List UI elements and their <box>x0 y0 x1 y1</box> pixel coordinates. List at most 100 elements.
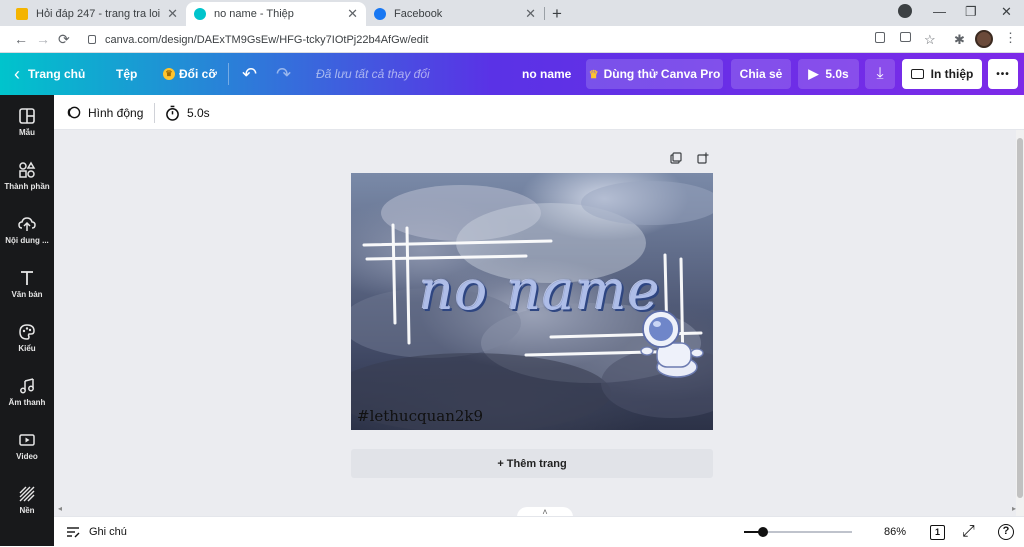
close-tab-icon[interactable]: ✕ <box>347 6 358 22</box>
sidebar-item-templates[interactable]: Mẫu <box>0 107 54 137</box>
palette-icon <box>19 324 35 340</box>
astronaut-sticker-icon[interactable] <box>637 305 705 385</box>
upload-icon <box>18 217 36 231</box>
url-text: canva.com/design/DAExTM9GsEw/HFG-tcky7IO… <box>105 33 429 46</box>
address-bar[interactable]: canva.com/design/DAExTM9GsEw/HFG-tcky7IO… <box>80 29 870 50</box>
duplicate-page-icon[interactable] <box>670 152 682 164</box>
reading-list-icon[interactable] <box>875 32 885 43</box>
design-name[interactable]: no name <box>522 53 571 95</box>
close-window-button[interactable]: ✕ <box>1001 4 1012 20</box>
design-title-text[interactable]: no name <box>419 259 661 322</box>
animate-button[interactable]: Hình động <box>66 95 143 130</box>
design-page[interactable]: no name #lethucquan2k9 <box>351 173 713 430</box>
more-options-button[interactable]: ••• <box>988 59 1018 89</box>
browser-tab-facebook[interactable]: Facebook ✕ <box>366 2 544 26</box>
left-sidebar: Mẫu Thành phần Nội dung ... Văn bản Kiểu… <box>0 95 54 546</box>
sidebar-label: Nền <box>19 506 35 515</box>
print-label: In thiệp <box>930 67 974 81</box>
crown-icon: ♛ <box>163 68 175 80</box>
notes-label: Ghi chú <box>89 526 127 538</box>
browser-tab-canva[interactable]: no name - Thiệp ✕ <box>186 2 366 26</box>
facebook-favicon-icon <box>374 8 386 20</box>
play-duration: 5.0s <box>825 67 849 81</box>
redo-icon[interactable]: ↷ <box>276 53 291 95</box>
forward-button[interactable]: → <box>36 31 50 47</box>
fullscreen-icon[interactable]: ⤢ <box>962 517 975 547</box>
play-button[interactable]: ▶ 5.0s <box>798 59 859 89</box>
profile-avatar[interactable] <box>975 30 993 48</box>
zoom-percent[interactable]: 86% <box>884 517 906 547</box>
play-icon: ▶ <box>808 66 819 81</box>
sidebar-label: Thành phần <box>4 182 50 191</box>
home-label: Trang chủ <box>28 67 86 81</box>
design-hashtag-text[interactable]: #lethucquan2k9 <box>357 407 483 425</box>
sidebar-item-styles[interactable]: Kiểu <box>0 323 54 353</box>
sidebar-item-background[interactable]: Nền <box>0 485 54 515</box>
sidebar-item-uploads[interactable]: Nội dung ... <box>0 215 54 245</box>
duration-button[interactable]: 5.0s <box>165 95 210 130</box>
tab-title: no name - Thiệp <box>214 8 294 20</box>
lock-icon <box>88 35 96 44</box>
help-button[interactable]: ? <box>998 517 1014 547</box>
notes-button[interactable]: Ghi chú <box>66 517 127 547</box>
sidebar-label: Video <box>16 452 38 461</box>
minimize-button[interactable]: — <box>933 4 946 19</box>
back-button[interactable]: ← <box>14 31 28 47</box>
subbar-divider <box>154 95 155 130</box>
scrollbar-thumb[interactable] <box>1017 138 1023 498</box>
animation-icon <box>67 106 81 119</box>
print-card-button[interactable]: In thiệp <box>902 59 982 89</box>
scroll-left-arrow-icon[interactable]: ◂ <box>58 504 62 513</box>
music-icon <box>20 378 34 394</box>
vertical-scrollbar[interactable] <box>1016 130 1024 516</box>
notes-icon <box>67 527 80 538</box>
sidebar-item-audio[interactable]: Âm thanh <box>0 377 54 407</box>
try-pro-label: Dùng thử Canva Pro <box>603 67 721 81</box>
page-count-button[interactable]: 1 <box>930 517 945 547</box>
tab-divider <box>544 7 545 20</box>
add-page-icon[interactable] <box>697 152 709 164</box>
editor-top-bar: ‹ Trang chủ Tệp ♛ Đổi cỡ ↶ ↷ Đã lưu tất … <box>0 53 1024 95</box>
save-status: Đã lưu tất cả thay đổi <box>316 67 430 81</box>
restore-button[interactable]: ❐ <box>965 4 977 20</box>
undo-icon[interactable]: ↶ <box>242 53 257 95</box>
sidebar-item-text[interactable]: Văn bản <box>0 269 54 299</box>
tab-title: Hỏi đáp 247 - trang tra loi <box>36 8 161 20</box>
animate-label: Hình động <box>88 105 144 120</box>
bookmark-star-icon[interactable]: ☆ <box>924 32 936 48</box>
share-button[interactable]: Chia sẻ <box>731 59 791 89</box>
browser-menu-icon[interactable]: ⋮ <box>1004 30 1017 46</box>
resize-button[interactable]: ♛ Đổi cỡ <box>163 53 217 95</box>
add-page-button[interactable]: + Thêm trang <box>351 449 713 478</box>
template-icon <box>19 108 35 124</box>
sidebar-label: Âm thanh <box>8 398 46 407</box>
tab-title: Facebook <box>394 8 443 20</box>
context-toolbar: Hình động 5.0s <box>54 95 1024 130</box>
extensions-icon[interactable]: ✱ <box>954 32 965 48</box>
canva-favicon-icon <box>194 8 206 20</box>
tab-search-icon[interactable] <box>898 4 912 18</box>
download-icon[interactable]: ⤓ <box>865 59 895 89</box>
sidebar-item-video[interactable]: Video <box>0 431 54 461</box>
share-page-icon[interactable] <box>900 32 911 42</box>
sidebar-label: Nội dung ... <box>5 236 49 245</box>
browser-tab-hoidap[interactable]: Hỏi đáp 247 - trang tra loi ✕ <box>8 2 186 26</box>
chevron-left-icon: ‹ <box>14 63 20 84</box>
try-canva-pro-button[interactable]: ♛ Dùng thử Canva Pro <box>586 59 723 89</box>
file-menu-button[interactable]: Tệp <box>116 53 137 95</box>
zoom-slider-handle[interactable] <box>758 527 769 537</box>
close-tab-icon[interactable]: ✕ <box>167 6 178 22</box>
close-tab-icon[interactable]: ✕ <box>525 6 536 22</box>
page-count-badge: 1 <box>930 524 945 540</box>
hoidap-favicon-icon <box>16 8 28 20</box>
text-icon <box>21 271 33 285</box>
sidebar-item-elements[interactable]: Thành phần <box>0 161 54 191</box>
browser-toolbar: ← → ⟳ canva.com/design/DAExTM9GsEw/HFG-t… <box>0 26 1024 53</box>
elements-icon <box>19 161 36 178</box>
reload-button[interactable]: ⟳ <box>58 31 70 48</box>
home-link[interactable]: ‹ Trang chủ <box>14 53 85 95</box>
help-icon: ? <box>998 524 1014 540</box>
zoom-slider[interactable] <box>744 527 852 537</box>
new-tab-button[interactable]: + <box>552 4 562 24</box>
duration-label: 5.0s <box>187 105 210 120</box>
